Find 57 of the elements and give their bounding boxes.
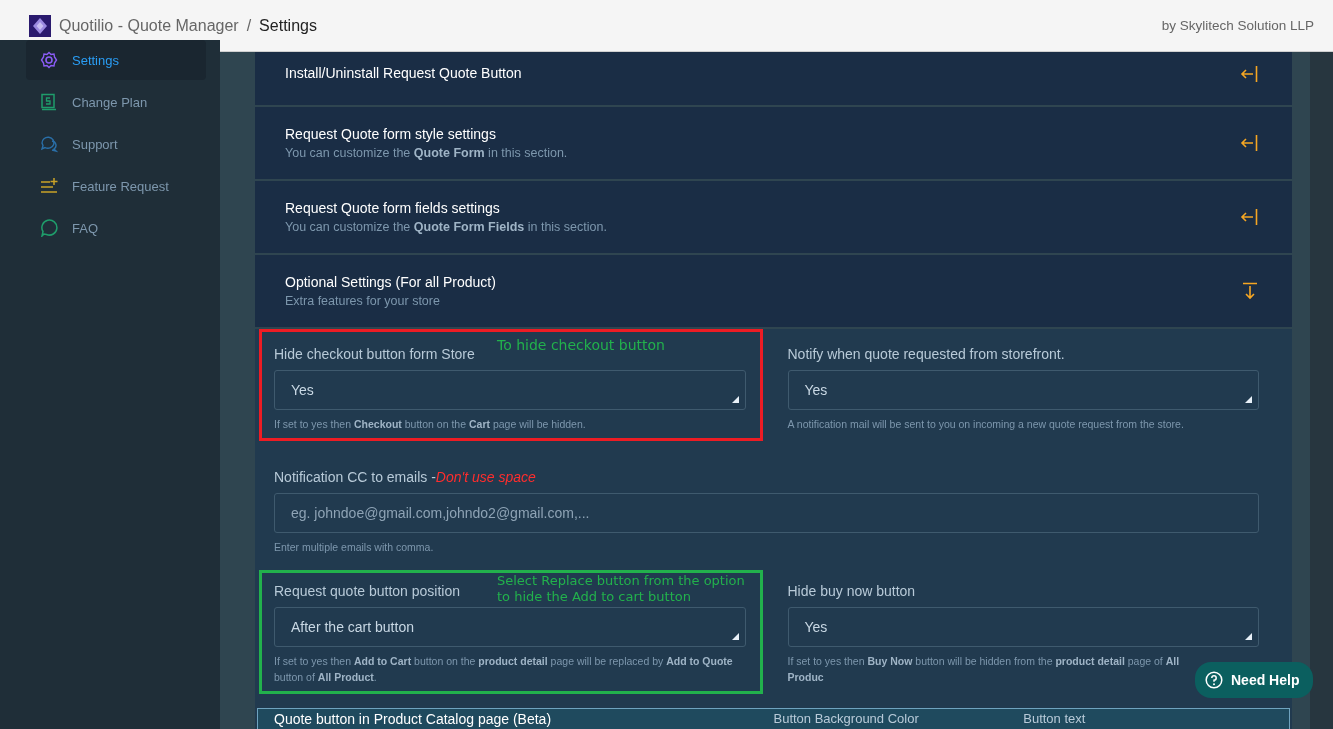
accordion-header[interactable]: Install/Uninstall Request Quote Button (255, 52, 1292, 107)
field-label: Hide buy now button (787, 583, 916, 599)
dropdown[interactable]: After the cart button (274, 607, 746, 647)
field-label: Request quote button position (274, 583, 461, 599)
arrow-left-icon (1240, 208, 1258, 226)
section-title: Request Quote form style settings (285, 126, 497, 142)
vendor-credit: by Skylitech Solution LLP (1161, 18, 1314, 33)
dropdown[interactable]: Yes (274, 370, 746, 410)
list-add-icon (40, 177, 58, 195)
help-button[interactable]: Need Help (1195, 662, 1314, 698)
sidebar-item[interactable]: Feature Request (26, 166, 206, 206)
resize-grip-icon (731, 396, 739, 403)
accordion-header[interactable]: Request Quote form style settings You can customize the Quote Form in this section. (255, 107, 1292, 181)
section-title: Install/Uninstall Request Quote Button (285, 65, 522, 81)
speech-bubble-icon (40, 219, 58, 237)
field-label: Hide checkout button form Store (274, 346, 475, 362)
sidebar-item[interactable]: Settings (26, 40, 206, 80)
field-hint: Enter multiple emails with comma. (274, 540, 435, 555)
accordion-header[interactable]: Request Quote form fields settings You can customize the Quote Form Fields in this section. (255, 181, 1292, 255)
resize-grip-icon (731, 633, 739, 640)
field-hint: If set to yes then Add to Cart button on the product detail page will be replaced by Add to Quote button of All Product. (274, 654, 734, 685)
email-input[interactable]: eg. johndoe@gmail.com,johndo2@gmail.com,... (274, 493, 1259, 533)
annotation-note: To hide checkout button (497, 336, 665, 355)
warning-note: Don't use space (435, 469, 536, 485)
gear-icon (40, 51, 58, 69)
chat-icon (40, 135, 58, 153)
sidebar-item[interactable]: Change Plan (26, 82, 206, 122)
arrow-left-icon (1240, 65, 1258, 83)
section-title: Optional Settings (For all Product) (285, 274, 496, 290)
arrow-down-icon (1242, 282, 1258, 300)
field-hint: If set to yes then Checkout button on the Cart page will be hidden. (274, 417, 587, 432)
page-title: Settings (259, 16, 317, 35)
field-hint: A notification mail will be sent to you on incoming a new quote request from the store. (787, 417, 1185, 432)
document-icon (40, 93, 58, 111)
resize-grip-icon (1245, 633, 1252, 640)
help-icon (1205, 671, 1223, 689)
annotation-note: Select Replace button from the option to hide the Add to cart button (497, 573, 746, 605)
sidebar-item[interactable]: FAQ (26, 208, 206, 248)
field-label: Notify when quote requested from storefront. (787, 346, 1065, 362)
column-header: Button Background Color (773, 711, 920, 726)
breadcrumb-separator: / (246, 16, 252, 35)
dropdown[interactable]: Yes (787, 607, 1259, 647)
field-label: Notification CC to emails - (274, 469, 436, 485)
arrow-left-icon (1240, 134, 1258, 152)
section-subtitle: You can customize the Quote Form Fields in this section. (285, 220, 607, 234)
section-subtitle: Extra features for your store (285, 294, 441, 308)
accordion-header[interactable]: Optional Settings (For all Product) Extra features for your store (255, 255, 1292, 329)
dropdown[interactable]: Yes (787, 370, 1259, 410)
section-subtitle: You can customize the Quote Form in this section. (285, 146, 568, 160)
sidebar-item[interactable]: Support (26, 124, 206, 164)
section-title: Request Quote form fields settings (285, 200, 501, 216)
app-logo-icon (29, 14, 51, 37)
panel-title: Quote button in Product Catalog page (Beta) (274, 711, 553, 727)
resize-grip-icon (1245, 396, 1252, 403)
column-header: Button text (1023, 711, 1087, 726)
field-hint: If set to yes then Buy Now button will be hidden from the product detail page of All Produc (787, 654, 1181, 685)
app-name[interactable]: Quotilio - Quote Manager (59, 16, 239, 35)
